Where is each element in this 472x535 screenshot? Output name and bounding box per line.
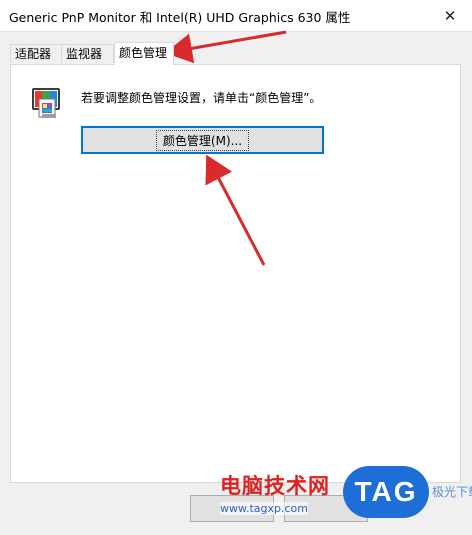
watermark-side-text: 极光下载站 (432, 485, 472, 499)
color-management-icon (32, 88, 60, 118)
tab-adapter[interactable]: 适配器 (10, 44, 62, 63)
title-bar: Generic PnP Monitor 和 Intel(R) UHD Graph… (0, 0, 472, 32)
window-title: Generic PnP Monitor 和 Intel(R) UHD Graph… (9, 10, 351, 25)
description-text: 若要调整颜色管理设置，请单击“颜色管理”。 (81, 91, 322, 105)
tab-panel: 若要调整颜色管理设置，请单击“颜色管理”。 颜色管理(M)... (10, 64, 461, 483)
close-icon: ✕ (443, 6, 457, 25)
tab-color-management[interactable]: 颜色管理 (114, 42, 174, 65)
color-management-button[interactable]: 颜色管理(M)... (81, 126, 324, 154)
arrow-to-tab (165, 30, 287, 64)
watermark-text: 电脑技术网 (220, 474, 330, 498)
close-button[interactable]: ✕ (428, 0, 472, 31)
tab-monitor[interactable]: 监视器 (61, 44, 114, 63)
watermark-url: www.tagxp.com (220, 502, 308, 515)
color-management-button-label: 颜色管理(M)... (155, 129, 250, 151)
watermark-logo: TAG (343, 466, 429, 518)
